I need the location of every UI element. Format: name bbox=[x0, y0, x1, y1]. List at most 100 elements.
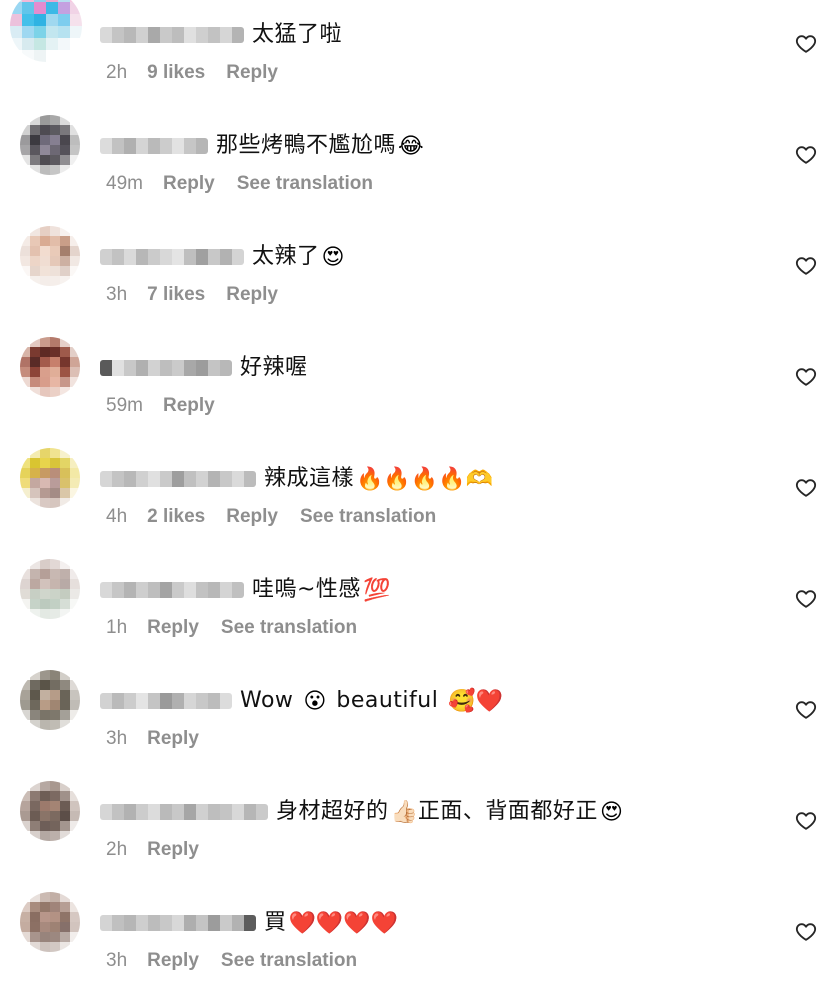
avatar-pixel bbox=[50, 932, 60, 942]
avatar-pixel bbox=[30, 599, 40, 609]
avatar-pixel bbox=[40, 599, 50, 609]
comment-timestamp: 3h bbox=[106, 728, 128, 749]
username-redacted[interactable] bbox=[100, 249, 244, 265]
avatar-pixel bbox=[60, 115, 70, 125]
username-redacted[interactable] bbox=[100, 693, 232, 709]
avatar-pixel bbox=[20, 155, 30, 165]
avatar-pixel bbox=[30, 125, 40, 135]
avatar-pixel bbox=[20, 145, 30, 155]
see-translation-button[interactable]: See translation bbox=[237, 173, 373, 195]
avatar-pixel bbox=[60, 801, 70, 811]
see-translation-button[interactable]: See translation bbox=[300, 506, 436, 528]
username-redacted[interactable] bbox=[100, 582, 244, 598]
avatar-pixel bbox=[10, 26, 22, 38]
reply-button[interactable]: Reply bbox=[163, 173, 215, 195]
avatar-pixel bbox=[60, 468, 70, 478]
avatar-pixel bbox=[40, 942, 50, 952]
avatar-pixel bbox=[60, 367, 70, 377]
avatar-pixel bbox=[30, 559, 40, 569]
heart-icon[interactable] bbox=[795, 255, 817, 277]
avatar-pixel bbox=[20, 821, 30, 831]
heart-icon[interactable] bbox=[795, 699, 817, 721]
username-redacted[interactable] bbox=[100, 804, 268, 820]
avatar-pixel bbox=[40, 226, 50, 236]
heart-icon[interactable] bbox=[795, 588, 817, 610]
avatar-pixel bbox=[20, 226, 30, 236]
reply-button[interactable]: Reply bbox=[147, 617, 199, 639]
avatar-pixel bbox=[40, 135, 50, 145]
avatar-pixel bbox=[30, 690, 40, 700]
avatar[interactable] bbox=[20, 559, 80, 619]
avatar-pixel bbox=[46, 38, 58, 50]
avatar-pixel bbox=[60, 599, 70, 609]
avatar-pixel bbox=[40, 781, 50, 791]
username-redacted[interactable] bbox=[100, 360, 232, 376]
avatar-pixel bbox=[50, 266, 60, 276]
avatar-pixel bbox=[60, 498, 70, 508]
username-redacted[interactable] bbox=[100, 27, 244, 43]
avatar-pixel bbox=[40, 932, 50, 942]
avatar[interactable] bbox=[20, 448, 80, 508]
avatar-pixel bbox=[60, 347, 70, 357]
avatar-pixel bbox=[50, 599, 60, 609]
reply-button[interactable]: Reply bbox=[226, 506, 278, 528]
see-translation-button[interactable]: See translation bbox=[221, 950, 357, 972]
avatar-pixel bbox=[70, 720, 80, 730]
avatar[interactable] bbox=[20, 781, 80, 841]
avatar-pixel bbox=[58, 38, 70, 50]
avatar-pixel bbox=[70, 135, 80, 145]
reply-button[interactable]: Reply bbox=[163, 395, 215, 417]
avatar-pixel bbox=[40, 912, 50, 922]
avatar-pixel bbox=[50, 276, 60, 286]
heart-icon[interactable] bbox=[795, 366, 817, 388]
avatar[interactable] bbox=[20, 670, 80, 730]
comment-meta: 3h Reply See translation bbox=[106, 950, 357, 972]
comment-like-count[interactable]: 2 likes bbox=[147, 506, 205, 528]
username-redacted[interactable] bbox=[100, 915, 256, 931]
avatar-pixel bbox=[30, 720, 40, 730]
comment-emoji: 👍🏻 bbox=[390, 799, 418, 824]
avatar-pixel bbox=[70, 569, 80, 579]
avatar[interactable] bbox=[20, 115, 80, 175]
reply-button[interactable]: Reply bbox=[226, 62, 278, 84]
avatar[interactable] bbox=[20, 337, 80, 397]
avatar-pixel bbox=[20, 781, 30, 791]
avatar-pixel bbox=[30, 145, 40, 155]
avatar-pixel bbox=[20, 115, 30, 125]
reply-button[interactable]: Reply bbox=[226, 284, 278, 306]
avatar-pixel bbox=[40, 821, 50, 831]
reply-button[interactable]: Reply bbox=[147, 839, 199, 861]
comment-emoji: 🔥🔥🔥🔥🫶 bbox=[356, 466, 493, 491]
avatar-pixel bbox=[20, 488, 30, 498]
reply-button[interactable]: Reply bbox=[147, 728, 199, 750]
avatar-pixel bbox=[70, 377, 80, 387]
see-translation-button[interactable]: See translation bbox=[221, 617, 357, 639]
reply-button[interactable]: Reply bbox=[147, 950, 199, 972]
heart-icon[interactable] bbox=[795, 477, 817, 499]
avatar-pixel bbox=[30, 811, 40, 821]
avatar-pixel bbox=[40, 276, 50, 286]
avatar[interactable] bbox=[10, 0, 82, 62]
comment-like-count[interactable]: 9 likes bbox=[147, 62, 205, 84]
avatar-pixel bbox=[30, 892, 40, 902]
heart-icon[interactable] bbox=[795, 144, 817, 166]
comment-body: 身材超好的 👍🏻 正面、背面都好正 😍 bbox=[100, 797, 623, 827]
avatar-pixel bbox=[50, 831, 60, 841]
avatar-pixel bbox=[40, 347, 50, 357]
heart-icon[interactable] bbox=[795, 33, 817, 55]
avatar-pixel bbox=[50, 256, 60, 266]
avatar-pixel bbox=[50, 720, 60, 730]
avatar-pixel bbox=[70, 801, 80, 811]
avatar[interactable] bbox=[20, 226, 80, 286]
heart-icon[interactable] bbox=[795, 921, 817, 943]
avatar-pixel bbox=[50, 226, 60, 236]
avatar[interactable] bbox=[20, 892, 80, 952]
username-redacted[interactable] bbox=[100, 138, 208, 154]
comment-like-count[interactable]: 7 likes bbox=[147, 284, 205, 306]
avatar-pixel bbox=[40, 579, 50, 589]
avatar-pixel bbox=[50, 892, 60, 902]
username-redacted[interactable] bbox=[100, 471, 256, 487]
heart-icon[interactable] bbox=[795, 810, 817, 832]
avatar-pixel bbox=[50, 165, 60, 175]
avatar-pixel bbox=[20, 236, 30, 246]
